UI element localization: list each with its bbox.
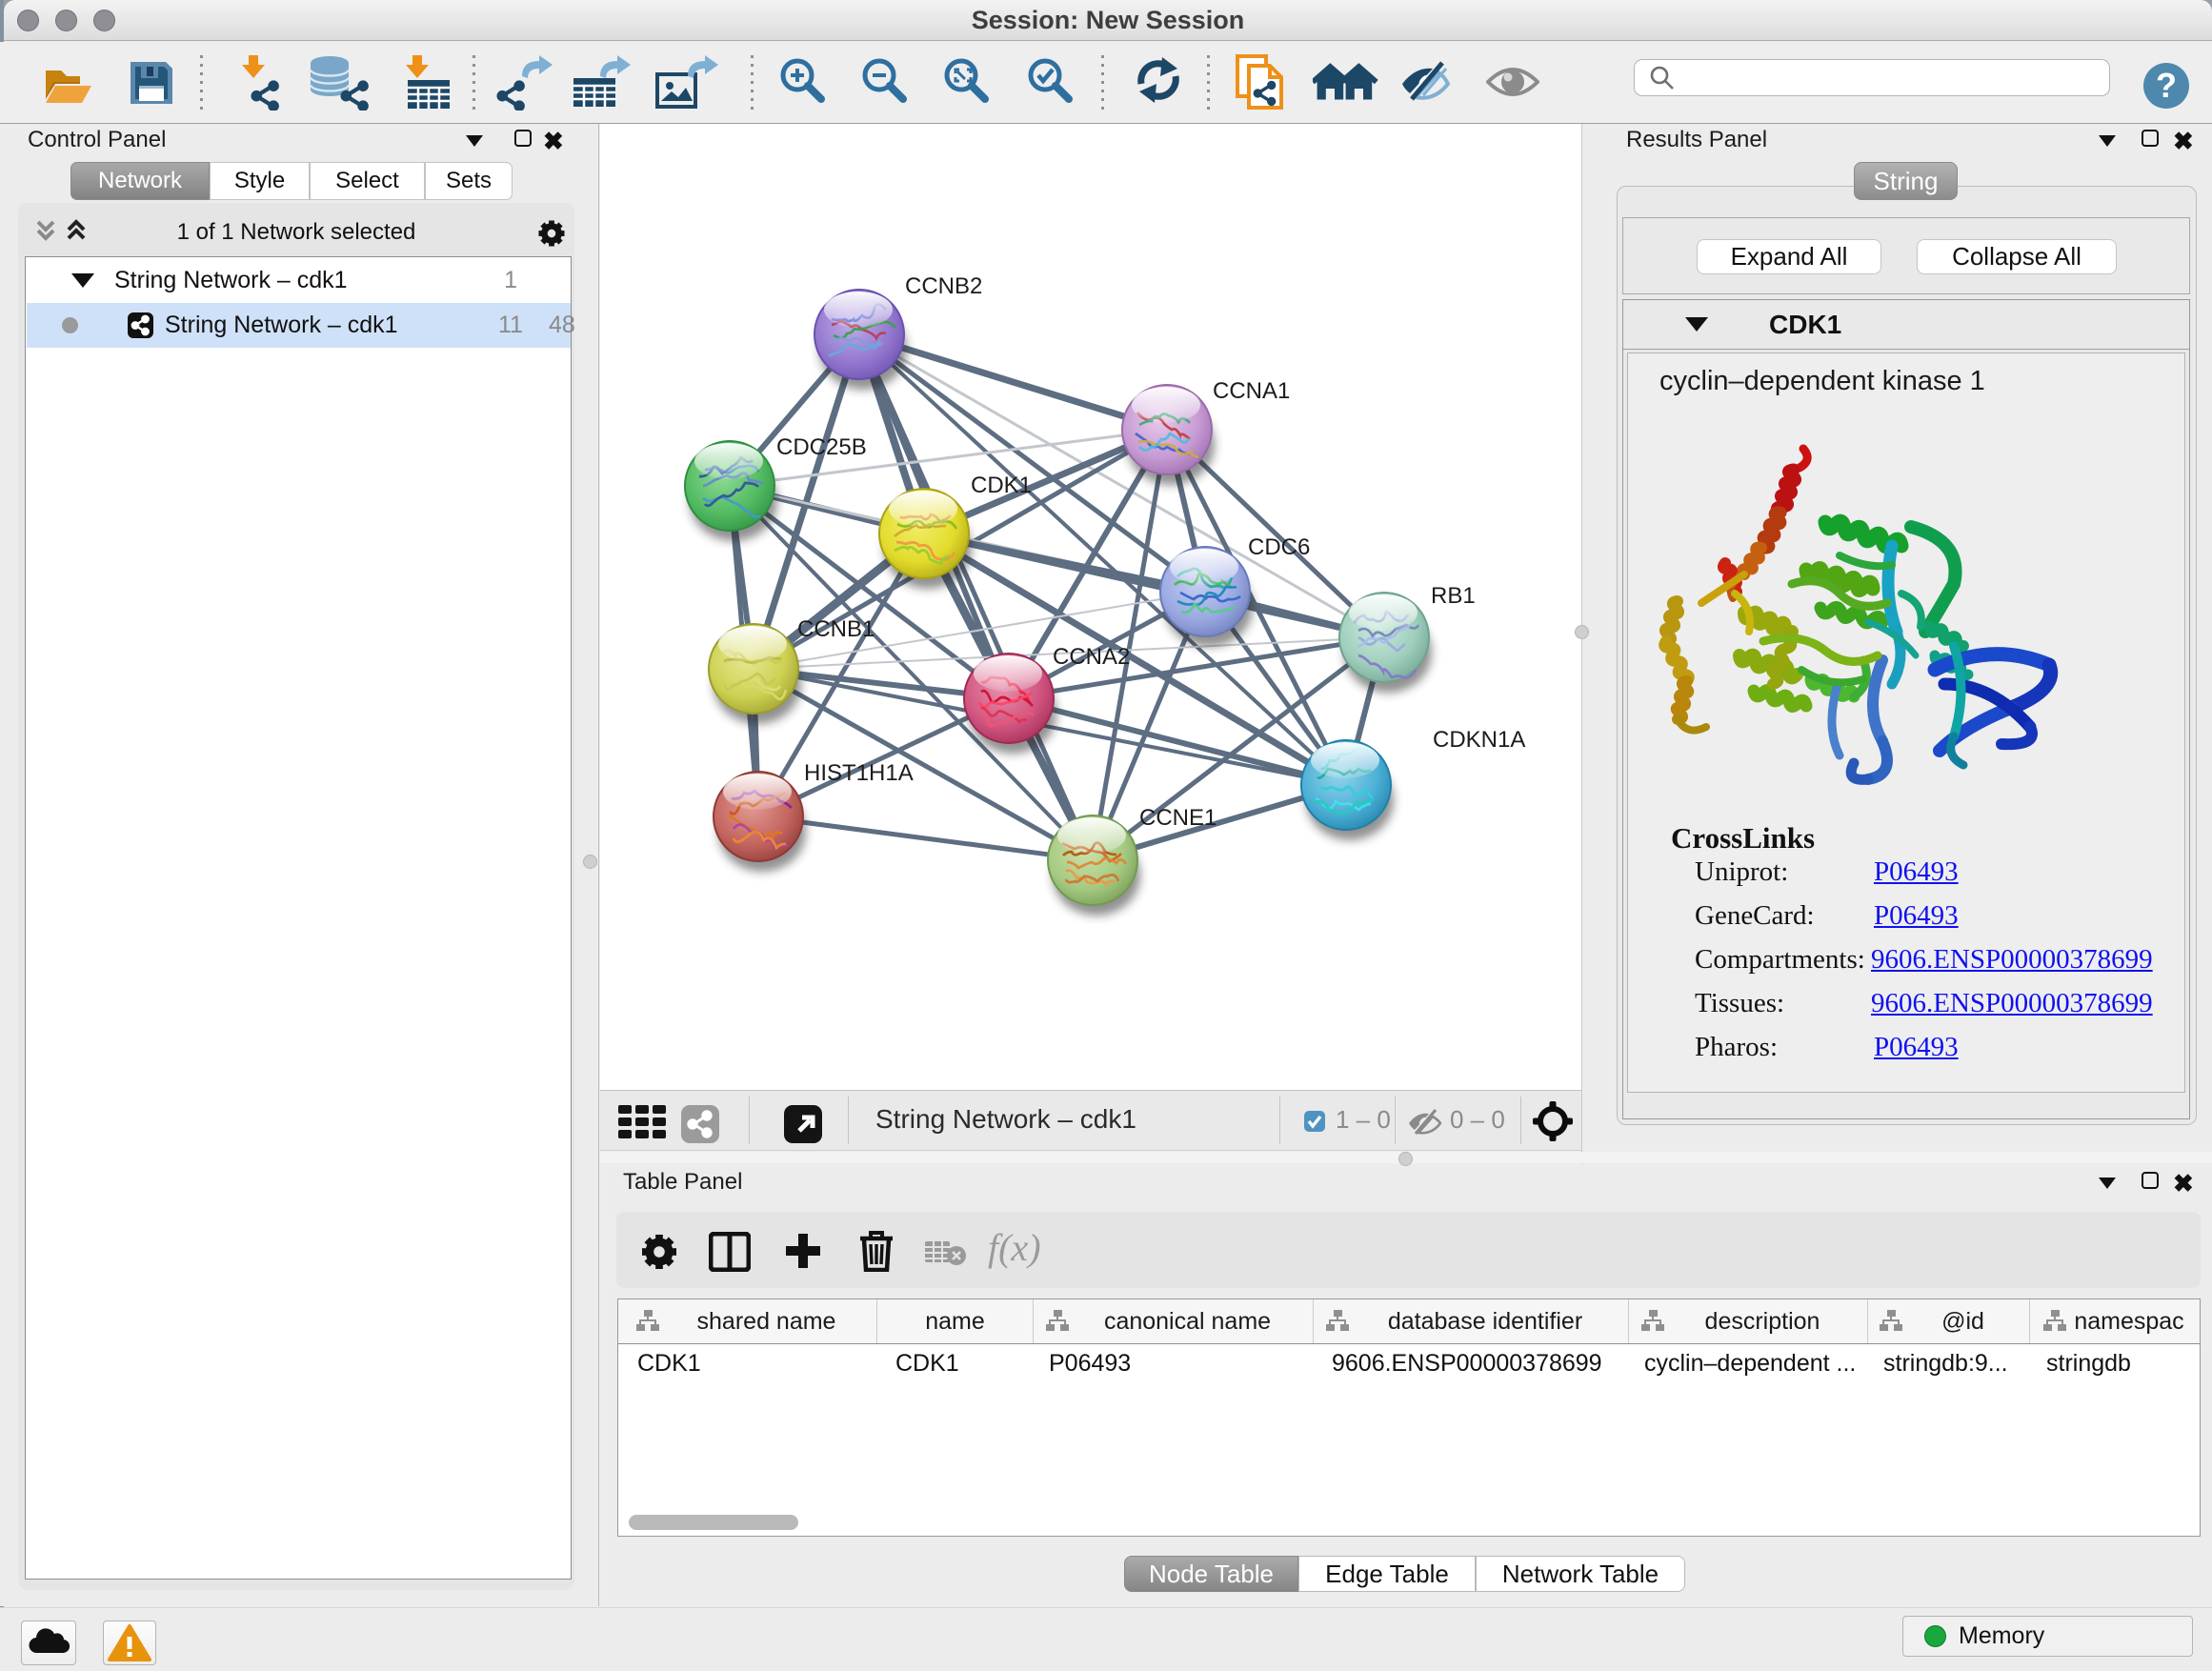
svg-text:CCNE1: CCNE1: [1139, 805, 1217, 831]
svg-text:CCNA2: CCNA2: [1053, 644, 1130, 670]
svg-text:CDC6: CDC6: [1248, 534, 1310, 560]
svg-text:CCNB1: CCNB1: [797, 616, 875, 642]
svg-text:CCNA1: CCNA1: [1213, 378, 1290, 404]
svg-text:CDC25B: CDC25B: [776, 434, 867, 460]
svg-text:HIST1H1A: HIST1H1A: [804, 760, 914, 786]
svg-text:CDKN1A: CDKN1A: [1433, 727, 1525, 753]
svg-text:RB1: RB1: [1431, 583, 1476, 609]
svg-text:CCNB2: CCNB2: [905, 273, 982, 299]
svg-text:CDK1: CDK1: [971, 473, 1032, 498]
